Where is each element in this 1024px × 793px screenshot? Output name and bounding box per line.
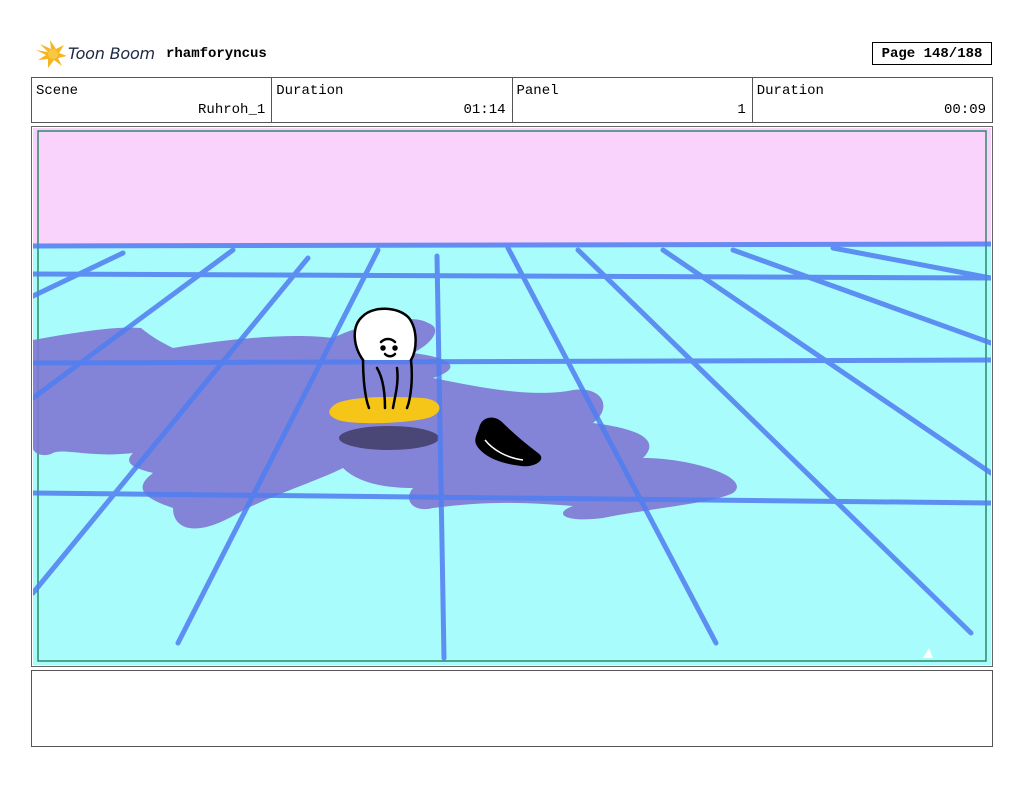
page-indicator: Page 148/188 (872, 42, 992, 65)
scene-value: Ruhroh_1 (198, 102, 266, 118)
panel-notes-area (31, 670, 993, 747)
scene-cell: Scene Ruhroh_1 (32, 78, 273, 122)
panel-cell: Panel 1 (513, 78, 753, 122)
project-name: rhamforyncus (166, 46, 267, 62)
panel-value: 1 (737, 102, 746, 118)
panel-info-row: Scene Ruhroh_1 Duration 01:14 Panel 1 Du… (31, 77, 993, 123)
panel-duration-cell: Duration 00:09 (753, 78, 992, 122)
scene-duration-value: 01:14 (463, 102, 506, 118)
panel-duration-label: Duration (756, 83, 824, 99)
scene-label: Scene (36, 83, 79, 99)
panel-duration-value: 00:09 (943, 102, 986, 118)
logo-text: Toon Boom (68, 44, 155, 63)
sky (33, 128, 991, 248)
scene-duration-label: Duration (276, 83, 344, 99)
panel-label: Panel (516, 83, 559, 99)
character-shadow (339, 426, 439, 450)
storyboard-panel-artwork (33, 128, 991, 665)
scene-duration-cell: Duration 01:14 (272, 78, 513, 122)
